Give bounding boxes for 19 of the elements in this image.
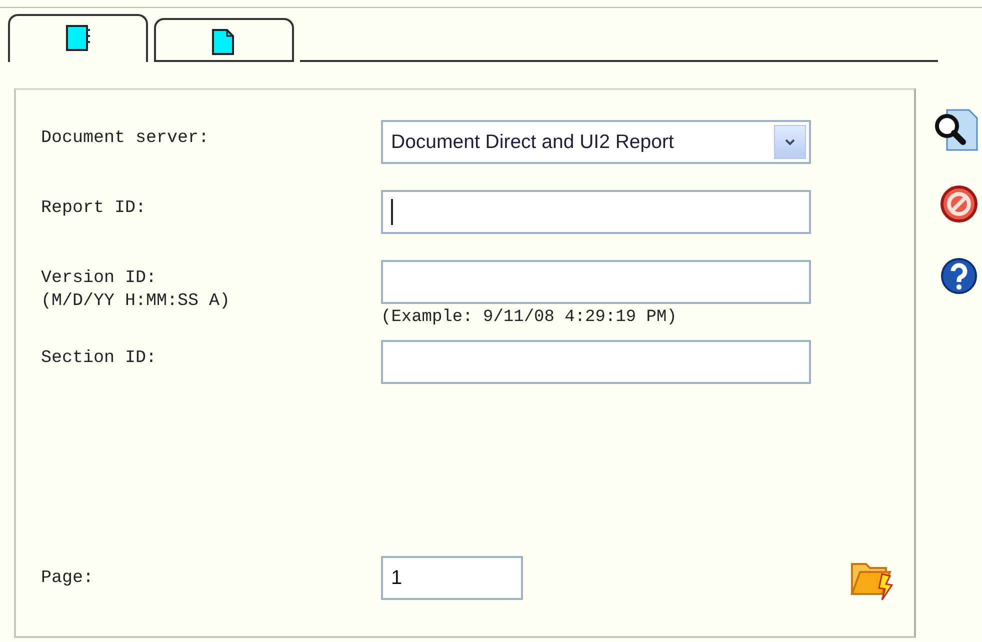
input-field[interactable] <box>381 260 811 304</box>
tab[interactable] <box>8 14 148 62</box>
cancel-icon[interactable] <box>939 184 979 224</box>
input-field[interactable] <box>381 190 811 234</box>
format-hint: (M/D/YY H:MM:SS A) <box>41 291 232 311</box>
search-document-icon[interactable] <box>933 108 981 152</box>
field-label: Section ID: <box>41 348 158 368</box>
tab[interactable] <box>154 18 294 62</box>
field-label: Report ID: <box>41 198 148 218</box>
example-text: (Example: 9/11/08 4:29:19 PM) <box>381 308 678 327</box>
page-input[interactable]: 1 <box>381 556 523 600</box>
field-label: Version ID: <box>41 268 158 288</box>
server-dropdown[interactable]: Document Direct and UI2 Report <box>381 120 811 164</box>
notebook-icon <box>64 24 92 52</box>
chevron-down-icon <box>785 138 795 146</box>
input-field[interactable] <box>381 340 811 384</box>
field-label: Document server: <box>41 128 210 148</box>
page-label: Page: <box>41 568 95 588</box>
help-icon[interactable] <box>939 256 979 296</box>
